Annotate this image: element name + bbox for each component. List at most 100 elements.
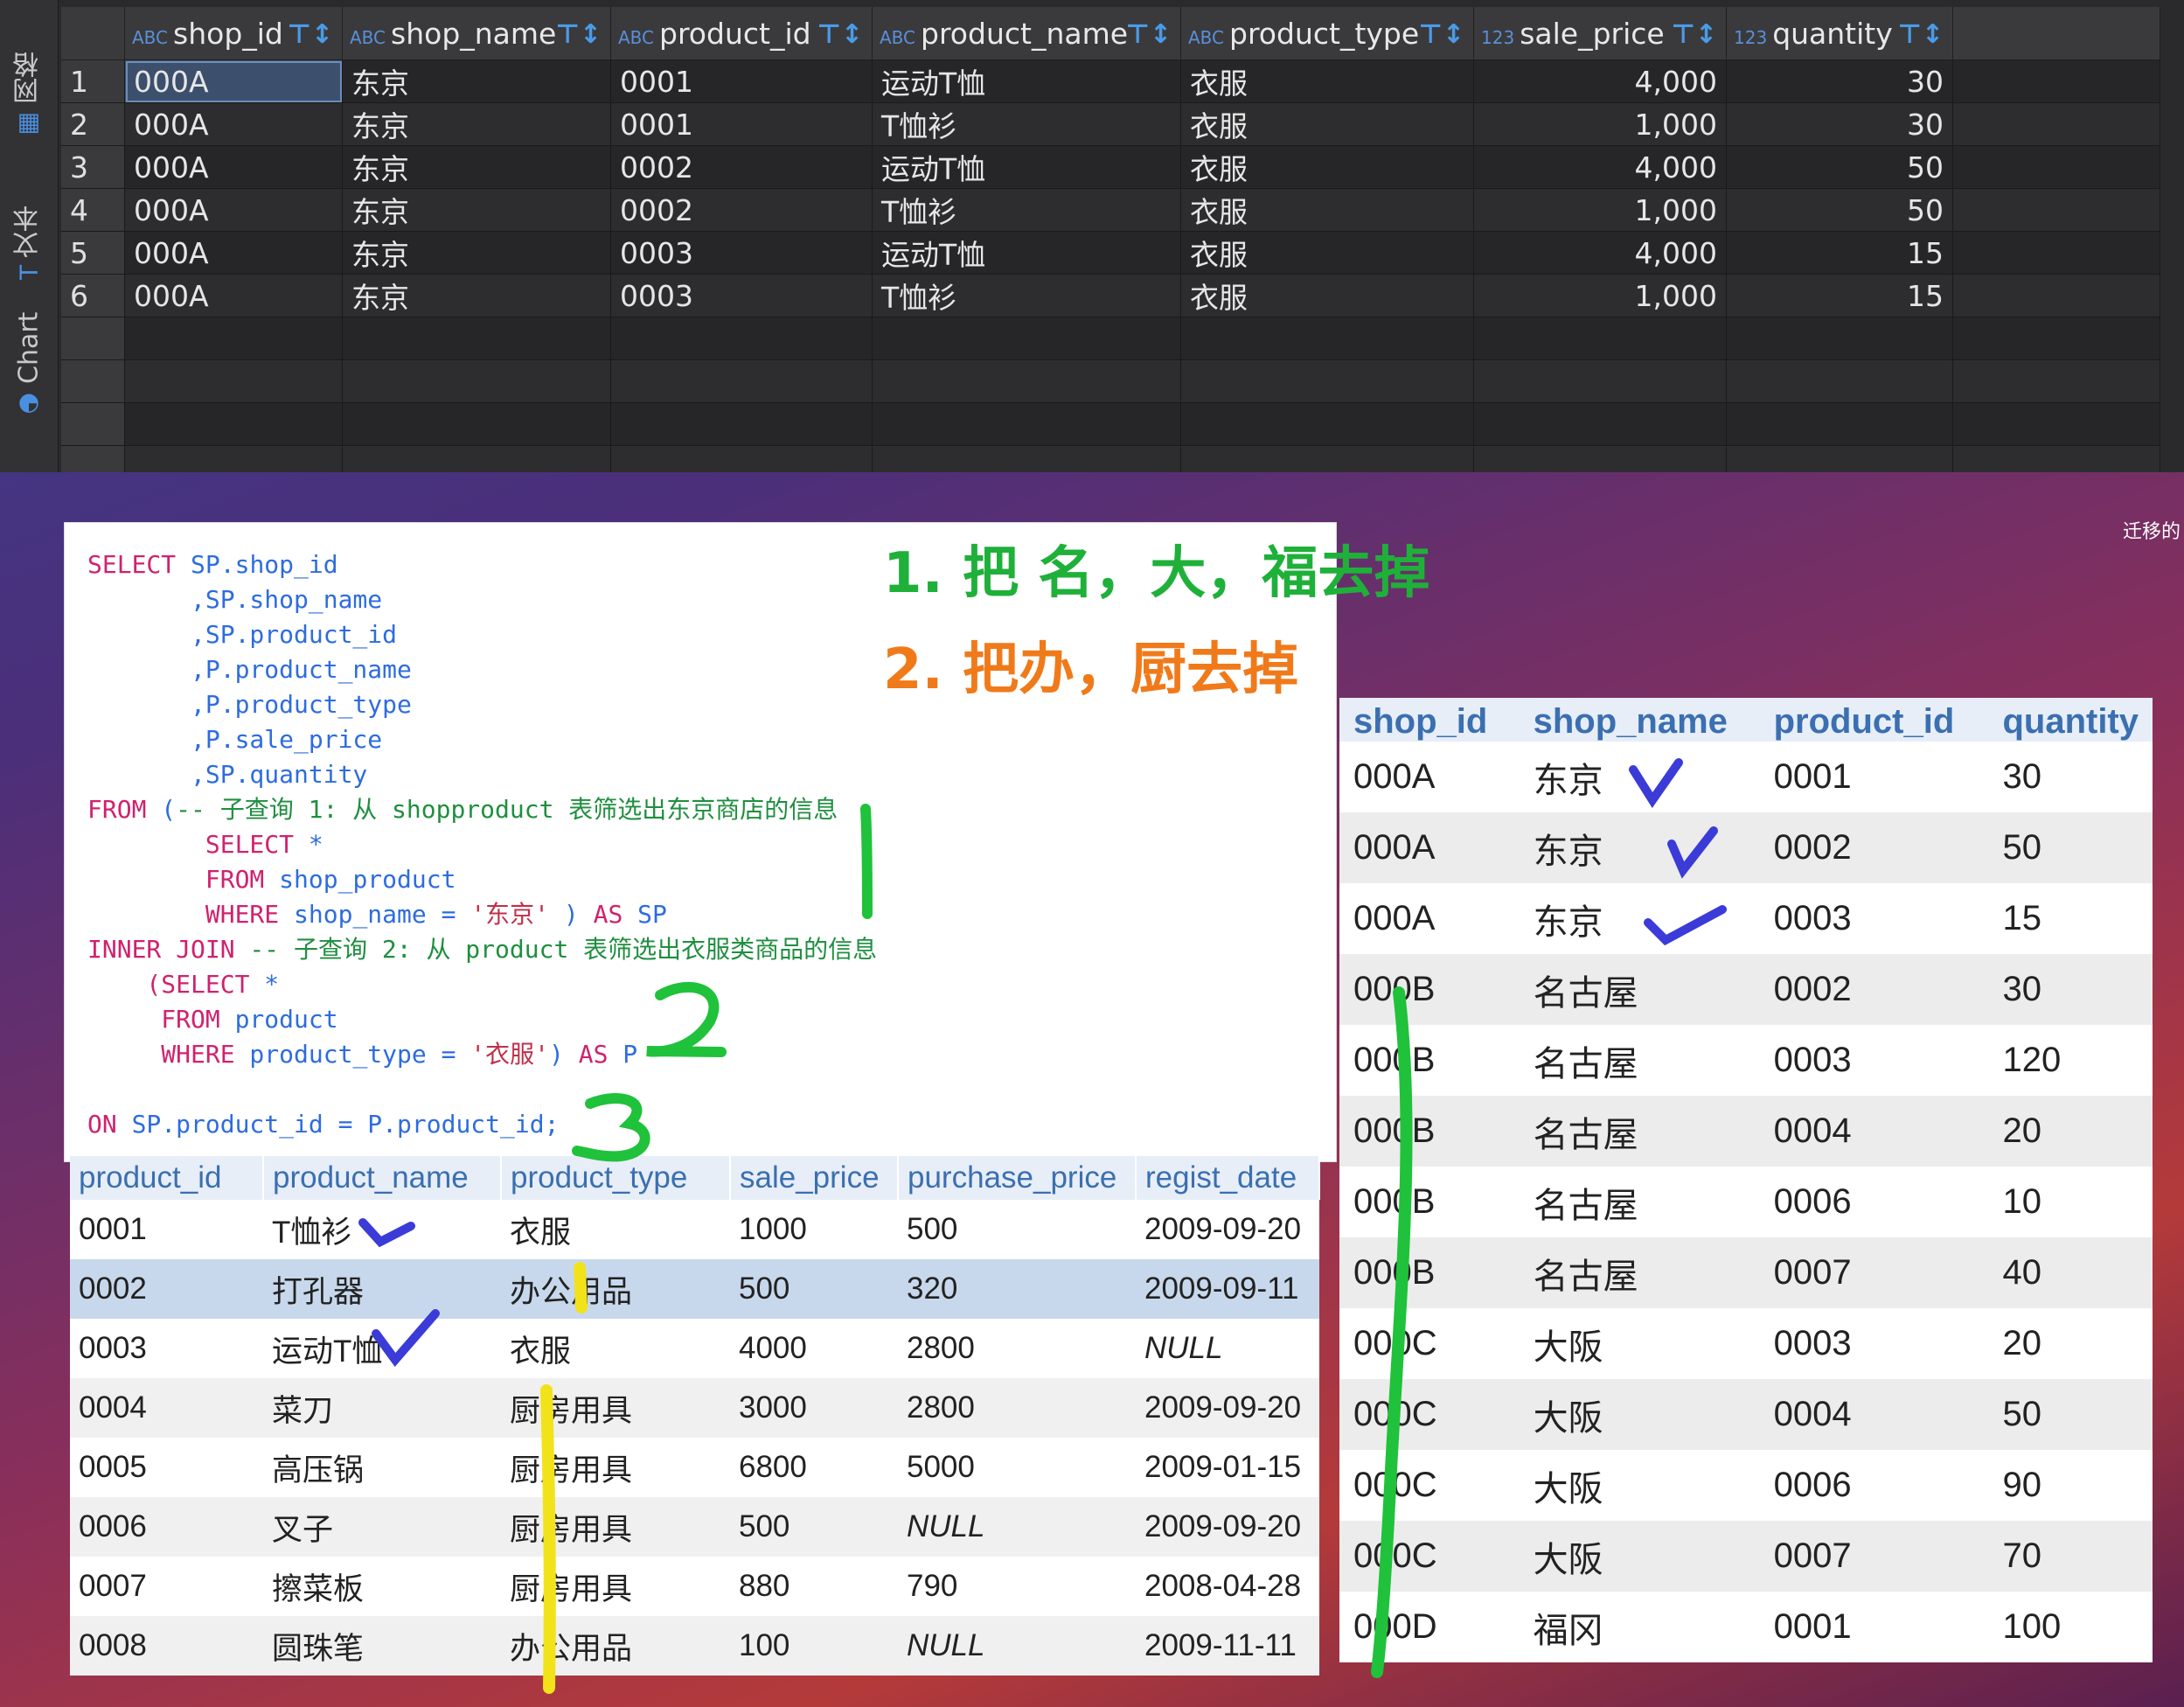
table-cell: 0003 <box>70 1319 263 1378</box>
edge-text: 迁移的 <box>2123 521 2181 543</box>
table-cell: 000A <box>1339 742 1520 812</box>
grid-row[interactable]: 6 000A 东京 0003 T恤衫 衣服 1,000 15 <box>61 274 2160 317</box>
column-header: regist_date <box>1136 1156 1320 1200</box>
grid-cell[interactable]: 东京 <box>342 145 611 189</box>
column-header[interactable]: ABC product_type ⊤↕ <box>1180 7 1474 60</box>
grid-cell[interactable]: 000A <box>124 274 343 317</box>
grid-cell[interactable]: 30 <box>1726 102 1953 146</box>
grid-row[interactable]: 3 000A 东京 0002 运动T恤 衣服 4,000 50 <box>61 145 2160 189</box>
grid-row[interactable]: 4 000A 东京 0002 T恤衫 衣服 1,000 50 <box>61 188 2160 232</box>
table-row: 000C 大阪 0003 20 <box>1339 1308 2153 1379</box>
grid-cell[interactable]: 运动T恤 <box>872 231 1181 275</box>
grid-cell[interactable]: 衣服 <box>1180 145 1474 189</box>
grid-cell[interactable]: 4,000 <box>1473 231 1727 275</box>
grid-row[interactable]: 1 000A 东京 0001 运动T恤 衣服 4,000 30 <box>61 59 2160 103</box>
grid-cell[interactable]: 0001 <box>610 59 873 103</box>
row-number[interactable]: 6 <box>61 274 125 317</box>
grid-cell[interactable]: 东京 <box>342 102 611 146</box>
grid-cell[interactable]: 15 <box>1726 274 1953 317</box>
grid-cell[interactable]: 1,000 <box>1473 188 1727 232</box>
column-header[interactable]: ABC product_id ⊤↕ <box>610 7 873 60</box>
grid-cell[interactable]: 0003 <box>610 274 873 317</box>
table-cell: 0008 <box>70 1616 263 1676</box>
grid-cell[interactable]: 15 <box>1726 231 1953 275</box>
grid-cell[interactable]: 4,000 <box>1473 145 1727 189</box>
table-cell: 名古屋 <box>1519 1237 1760 1308</box>
grid-cell[interactable]: 衣服 <box>1180 231 1474 275</box>
grid-cell[interactable]: T恤衫 <box>872 102 1181 146</box>
filter-sort-icon[interactable]: ⊤↕ <box>1125 19 1172 50</box>
grid-cell[interactable]: 30 <box>1726 59 1953 103</box>
tab-text-label: 文本 <box>13 205 44 258</box>
column-header-label: shop_id <box>173 16 283 51</box>
filter-sort-icon[interactable]: ⊤↕ <box>817 19 863 50</box>
grid-cell[interactable]: 东京 <box>342 59 611 103</box>
filter-sort-icon[interactable]: ⊤↕ <box>1418 19 1464 50</box>
table-cell: 厨房用具 <box>501 1378 730 1438</box>
result-grid: ABC shop_id ⊤↕ ABC shop_name ⊤↕ ABC product_i… <box>61 7 2160 472</box>
table-row: 000D 福冈 0001 100 <box>1339 1592 2153 1662</box>
grid-cell[interactable]: T恤衫 <box>872 188 1181 232</box>
table-cell: 名古屋 <box>1519 1025 1760 1096</box>
table-row: 0008 圆珠笔 办公用品 100 NULL 2009-11-11 <box>70 1616 1319 1676</box>
row-number[interactable]: 3 <box>61 145 125 189</box>
tab-text[interactable]: T 文本 <box>9 166 49 280</box>
grid-cell[interactable]: 50 <box>1726 188 1953 232</box>
grid-cell[interactable]: 0002 <box>610 145 873 189</box>
filter-sort-icon[interactable]: ⊤↕ <box>1671 19 1717 50</box>
grid-cell[interactable]: 衣服 <box>1180 274 1474 317</box>
table-cell: 2009-11-11 <box>1136 1616 1319 1676</box>
table-row: 0004 菜刀 厨房用具 3000 2800 2009-09-20 <box>70 1378 1319 1438</box>
sql-token: ,P.product_type <box>87 690 412 719</box>
table-cell: T恤衫 <box>263 1200 501 1259</box>
row-number[interactable]: 5 <box>61 231 125 275</box>
column-header: product_name <box>263 1156 502 1200</box>
results-grid-panel: ▦ 网格 T 文本 ◕ Chart ABC shop_id ⊤↕ ABC shop_n… <box>0 0 2184 472</box>
filter-sort-icon[interactable]: ⊤↕ <box>1897 19 1944 50</box>
column-header[interactable]: ABC shop_name ⊤↕ <box>342 7 611 60</box>
grid-cell[interactable]: 东京 <box>342 274 611 317</box>
grid-cell[interactable]: 1,000 <box>1473 274 1727 317</box>
column-header[interactable]: ABC product_name ⊤↕ <box>872 7 1181 60</box>
grid-cell[interactable]: 衣服 <box>1180 102 1474 146</box>
grid-row[interactable]: 2 000A 东京 0001 T恤衫 衣服 1,000 30 <box>61 102 2160 146</box>
row-number[interactable]: 1 <box>61 59 125 103</box>
row-number[interactable]: 2 <box>61 102 125 146</box>
table-cell: 0004 <box>1759 1379 1989 1450</box>
grid-cell[interactable]: 1,000 <box>1473 102 1727 146</box>
grid-cell[interactable]: 000A <box>124 188 343 232</box>
grid-cell[interactable]: 衣服 <box>1180 59 1474 103</box>
column-header[interactable]: ABC shop_id ⊤↕ <box>124 7 343 60</box>
grid-cell[interactable]: 衣服 <box>1180 188 1474 232</box>
tab-grid[interactable]: ▦ 网格 <box>9 26 49 140</box>
grid-cell[interactable]: T恤衫 <box>872 274 1181 317</box>
grid-cell[interactable]: 0003 <box>610 231 873 275</box>
grid-cell[interactable]: 东京 <box>342 188 611 232</box>
table-cell: 办公用品 <box>501 1616 730 1676</box>
grid-cell[interactable]: 0002 <box>610 188 873 232</box>
grid-cell[interactable]: 运动T恤 <box>872 145 1181 189</box>
filter-sort-icon[interactable]: ⊤↕ <box>287 19 333 50</box>
grid-cell[interactable]: 50 <box>1726 145 1953 189</box>
row-number[interactable]: 4 <box>61 188 125 232</box>
table-cell: 0005 <box>70 1438 263 1497</box>
grid-cell[interactable]: 0001 <box>610 102 873 146</box>
filter-sort-icon[interactable]: ⊤↕ <box>555 19 602 50</box>
grid-cell[interactable]: 000A <box>124 145 343 189</box>
grid-cell[interactable]: 东京 <box>342 231 611 275</box>
grid-cell[interactable]: 000A <box>124 102 343 146</box>
sql-token: (SELECT <box>87 970 250 999</box>
table-cell: 0001 <box>1759 1592 1989 1662</box>
grid-row[interactable]: 5 000A 东京 0003 运动T恤 衣服 4,000 15 <box>61 231 2160 275</box>
grid-cell[interactable]: 4,000 <box>1473 59 1727 103</box>
grid-cell[interactable]: 000A <box>124 231 343 275</box>
shop-header-row: shop_id shop_name product_id quantity <box>1339 698 2153 742</box>
column-header[interactable]: 123 sale_price ⊤↕ <box>1473 7 1727 60</box>
grid-cell-selected[interactable]: 000A <box>124 59 343 103</box>
grid-cell[interactable]: 运动T恤 <box>872 59 1181 103</box>
sql-token: SELECT <box>87 550 177 579</box>
table-cell: 东京 <box>1519 812 1760 883</box>
text-type-icon: ABC <box>132 26 169 48</box>
column-header[interactable]: 123 quantity ⊤↕ <box>1726 7 1953 60</box>
tab-chart[interactable]: ◕ Chart <box>9 297 49 420</box>
